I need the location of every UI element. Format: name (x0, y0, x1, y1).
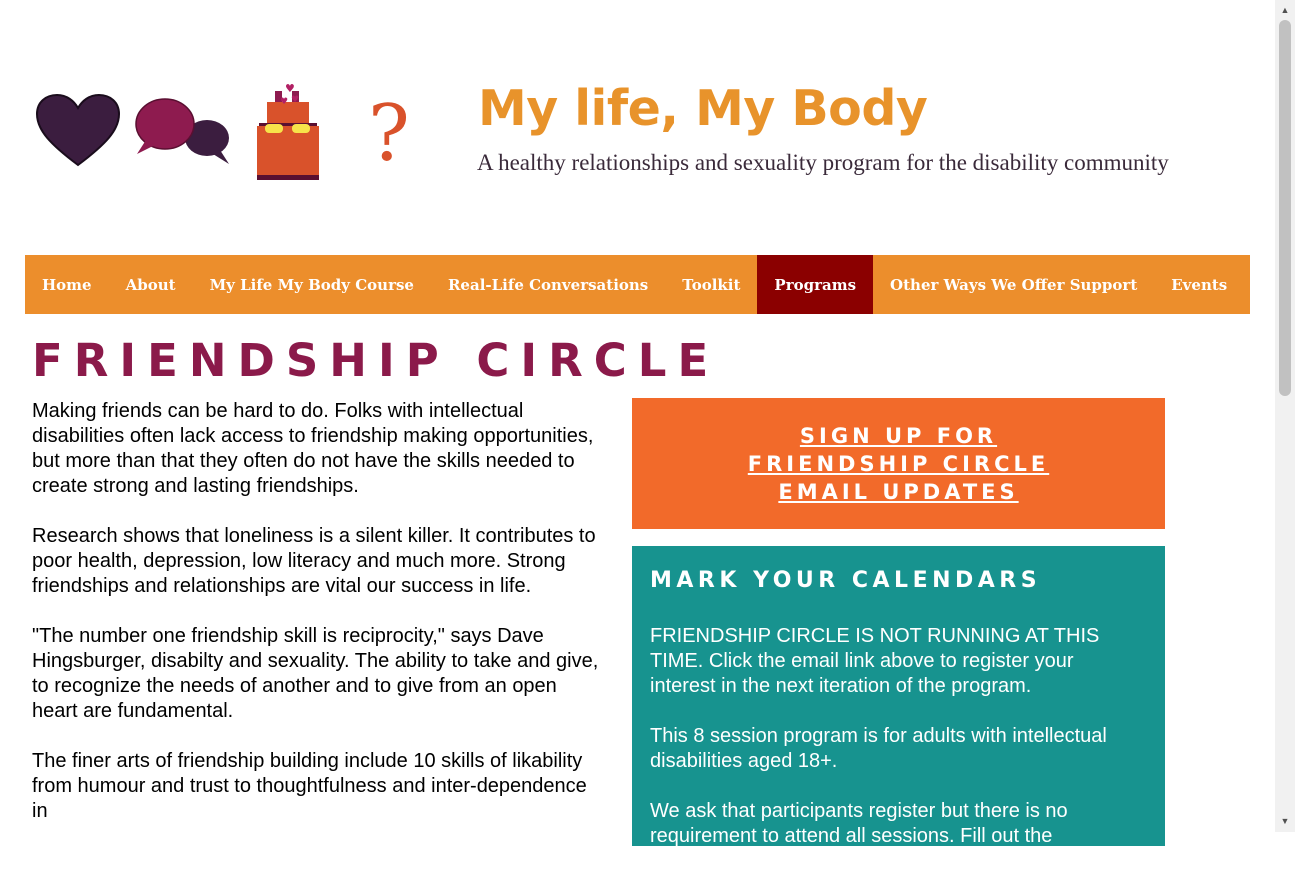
calendar-paragraph: This 8 session program is for adults wit… (650, 725, 1107, 772)
nav-item-home[interactable]: Home (25, 255, 109, 314)
svg-text:♥: ♥ (280, 97, 288, 107)
page-title: FRIENDSHIP CIRCLE (32, 334, 720, 387)
site-subtitle: A healthy relationships and sexuality pr… (477, 150, 1169, 175)
question-mark-icon: ? (368, 89, 410, 179)
calendar-box: MARK YOUR CALENDARS FRIENDSHIP CIRCLE IS… (632, 546, 1165, 847)
calendar-paragraph: We ask that participants register but th… (650, 800, 1068, 847)
paragraph: Making friends can be hard to do. Folks … (32, 400, 594, 497)
logo-icons: ♥ ♥ ♥ ? (30, 78, 445, 188)
scroll-down-icon[interactable]: ▼ (1275, 813, 1295, 830)
nav-item-programs[interactable]: Programs (757, 255, 874, 314)
intro-text: Making friends can be hard to do. Folks … (32, 399, 602, 849)
signup-box: SIGN UP FOR FRIENDSHIP CIRCLE EMAIL UPDA… (632, 398, 1165, 529)
scroll-up-icon[interactable]: ▲ (1275, 2, 1295, 19)
calendar-text: FRIENDSHIP CIRCLE IS NOT RUNNING AT THIS… (650, 624, 1120, 874)
calendar-paragraph: FRIENDSHIP CIRCLE IS NOT RUNNING AT THIS… (650, 625, 1100, 697)
paragraph: Research shows that loneliness is a sile… (32, 525, 596, 597)
nav-item-events[interactable]: Events (1154, 255, 1244, 314)
site-title[interactable]: My life, My Body (478, 80, 928, 137)
nav-item-conversations[interactable]: Real-Life Conversations (431, 255, 665, 314)
calendar-heading: MARK YOUR CALENDARS (650, 568, 1042, 593)
nav-item-toolkit[interactable]: Toolkit (665, 255, 757, 314)
speech-bubbles-icon (135, 98, 229, 164)
nav-item-about[interactable]: About (109, 255, 193, 314)
scroll-thumb[interactable] (1279, 20, 1291, 396)
nav-item-course[interactable]: My Life My Body Course (193, 255, 431, 314)
svg-text:?: ? (368, 89, 410, 179)
nav-item-support[interactable]: Other Ways We Offer Support (873, 255, 1154, 314)
vertical-scrollbar[interactable]: ▲ ▼ (1275, 0, 1295, 832)
heart-icon (35, 93, 121, 167)
main-nav: Home About My Life My Body Course Real-L… (25, 255, 1250, 314)
svg-text:♥: ♥ (291, 95, 299, 105)
paragraph: The finer arts of friendship building in… (32, 750, 587, 822)
signup-link[interactable]: SIGN UP FOR FRIENDSHIP CIRCLE EMAIL UPDA… (709, 422, 1089, 506)
svg-text:♥: ♥ (285, 82, 295, 95)
bed-icon: ♥ ♥ ♥ (257, 82, 319, 180)
paragraph: "The number one friendship skill is reci… (32, 625, 599, 722)
